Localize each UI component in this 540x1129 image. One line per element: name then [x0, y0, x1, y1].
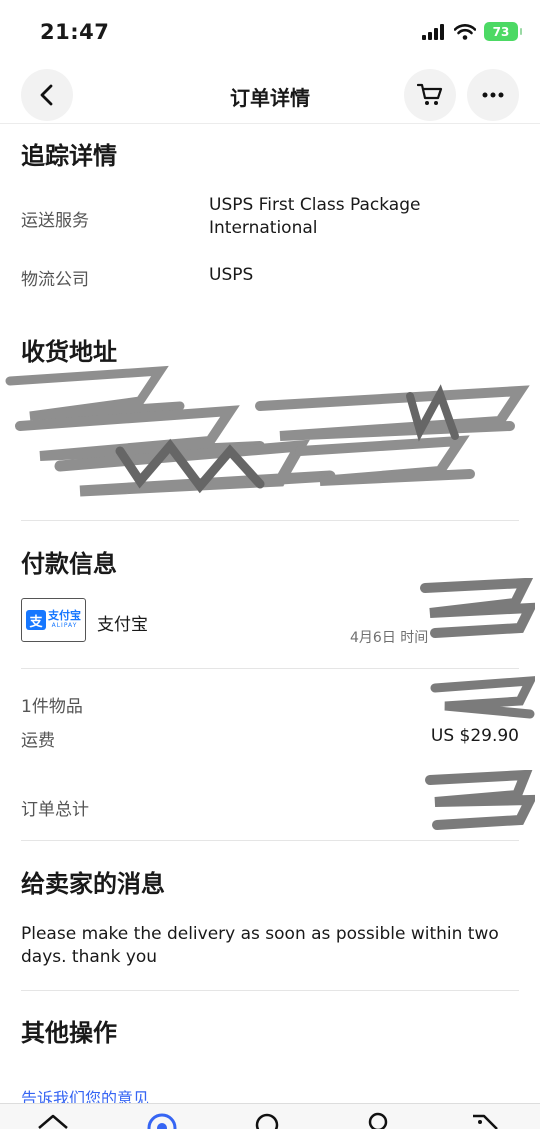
page-title: 订单详情: [230, 86, 310, 110]
wifi-icon: [454, 23, 476, 40]
divider: [21, 668, 519, 669]
redacted-address: [5, 365, 530, 497]
search-icon[interactable]: [254, 1112, 284, 1129]
redacted-payment-amount: [420, 578, 535, 638]
shipping-service-label: 运送服务: [21, 211, 89, 231]
cart-icon: [417, 83, 443, 105]
redacted-items-price: [430, 676, 535, 719]
bottom-tab-bar: [0, 1103, 540, 1129]
status-icons: 73: [422, 22, 522, 41]
selling-icon[interactable]: [470, 1112, 500, 1129]
user-icon[interactable]: [366, 1112, 390, 1129]
tracking-title: 追踪详情: [21, 142, 117, 170]
battery-level: 73: [492, 24, 510, 39]
payment-date: 4月6日 时间: [350, 630, 429, 646]
order-total-label: 订单总计: [21, 800, 89, 820]
status-time: 21:47: [40, 20, 110, 44]
cart-button[interactable]: [404, 69, 456, 121]
shipping-value: US $29.90: [430, 726, 519, 746]
home-icon[interactable]: [36, 1112, 70, 1129]
alipay-logo: 支 支付宝 ALIPAY: [21, 598, 86, 642]
status-bar: 21:47 73: [0, 0, 540, 62]
nav-bar: 订单详情: [0, 66, 540, 124]
redacted-order-total: [425, 770, 535, 830]
alipay-logo-subtext: ALIPAY: [51, 622, 78, 629]
seller-message-title: 给卖家的消息: [21, 870, 165, 898]
alipay-logo-text: 支付宝: [48, 609, 81, 622]
payment-method-name: 支付宝: [97, 615, 148, 635]
carrier-value: USPS: [209, 265, 254, 285]
divider: [21, 840, 519, 841]
other-actions-title: 其他操作: [21, 1019, 117, 1047]
alipay-mark: 支: [26, 610, 46, 630]
shipping-label: 运费: [21, 731, 55, 751]
signal-icon: [422, 23, 444, 40]
divider: [21, 990, 519, 991]
items-count-label: 1件物品: [21, 697, 83, 717]
shipping-service-value: USPS First Class Package International: [209, 195, 421, 238]
my-ebay-icon[interactable]: [146, 1112, 178, 1129]
seller-message-text: Please make the delivery as soon as poss…: [21, 924, 499, 967]
more-button[interactable]: [467, 69, 519, 121]
more-horizontal-icon: [482, 92, 504, 98]
divider: [21, 520, 519, 521]
payment-title: 付款信息: [21, 550, 117, 578]
carrier-label: 物流公司: [21, 270, 89, 290]
battery-icon: 73: [484, 22, 522, 41]
